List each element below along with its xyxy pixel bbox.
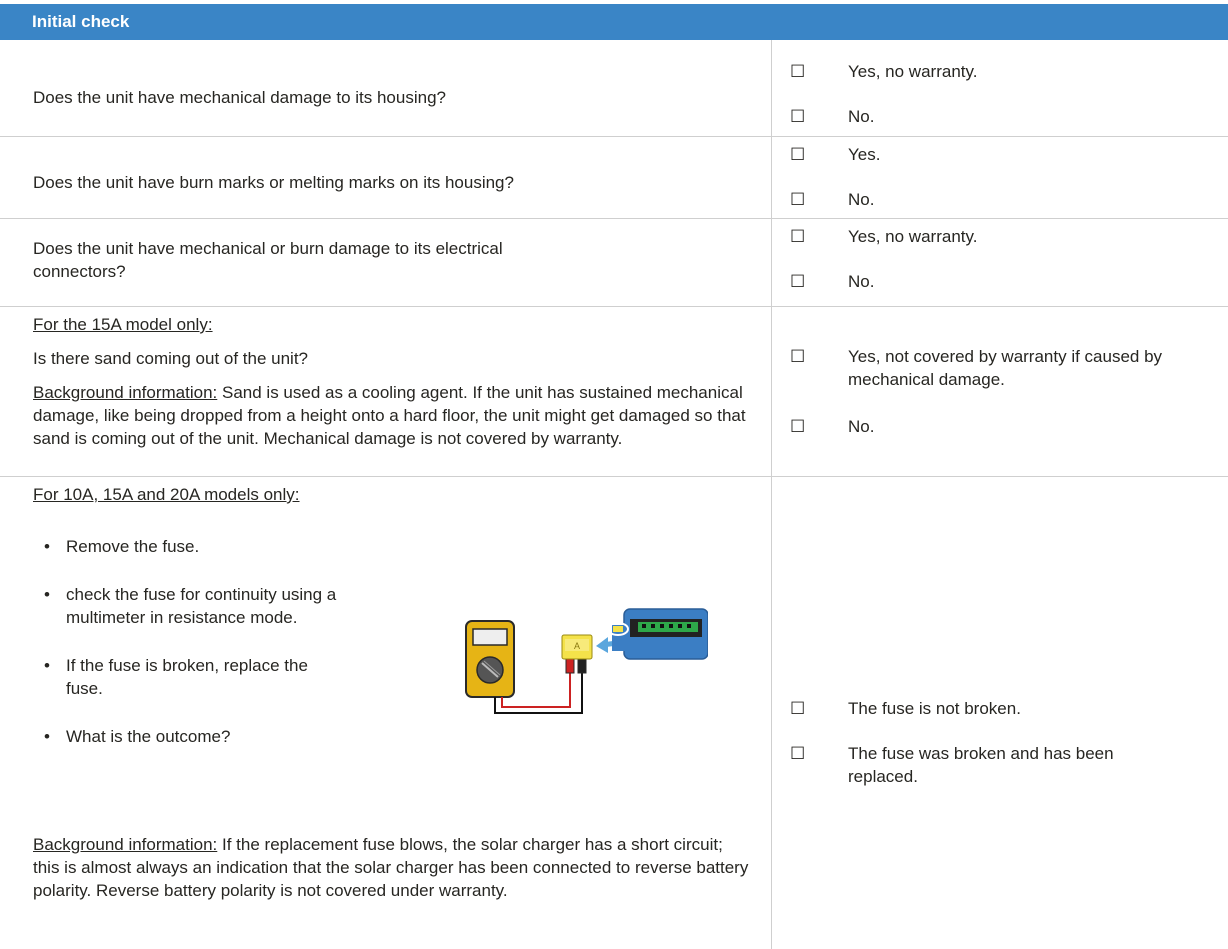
answer-cell: ☐ Yes, no warranty. ☐ No. xyxy=(771,219,1228,306)
table-row: For the 15A model only: Is there sand co… xyxy=(0,307,1228,477)
checkbox[interactable]: ☐ xyxy=(790,345,805,368)
table-row: For 10A, 15A and 20A models only: • Remo… xyxy=(0,477,1228,949)
checkbox[interactable]: ☐ xyxy=(790,188,805,211)
bullet: • xyxy=(44,656,50,675)
model-heading: For 10A, 15A and 20A models only: xyxy=(33,485,300,504)
option-label: No. xyxy=(848,107,875,126)
option-label: Yes. xyxy=(848,145,881,164)
option-label: Yes, no warranty. xyxy=(848,62,978,81)
svg-text:A: A xyxy=(574,641,580,651)
checkbox[interactable]: ☐ xyxy=(790,270,805,293)
checkbox[interactable]: ☐ xyxy=(790,105,805,128)
question-cell: For the 15A model only: Is there sand co… xyxy=(0,307,771,476)
multimeter-icon xyxy=(465,620,515,698)
question-cell: Does the unit have mechanical damage to … xyxy=(0,40,771,136)
answer-cell: ☐ Yes. ☐ No. xyxy=(771,137,1228,218)
answer-cell: ☐ Yes, no warranty. ☐ No. xyxy=(771,40,1228,136)
table-row: Does the unit have mechanical damage to … xyxy=(0,40,1228,137)
question-cell: Does the unit have mechanical or burn da… xyxy=(0,219,771,306)
checkbox[interactable]: ☐ xyxy=(790,415,805,438)
option-label: No. xyxy=(848,190,875,209)
option-label: No. xyxy=(848,417,875,436)
solar-charger-icon xyxy=(607,608,708,660)
question-text: Is there sand coming out of the unit? xyxy=(33,349,309,368)
option-label: Yes, no warranty. xyxy=(848,227,978,246)
bullet: • xyxy=(44,727,50,746)
checkbox[interactable]: ☐ xyxy=(790,697,805,720)
option-label: The fuse was broken and has been replace… xyxy=(848,744,1114,786)
question-text-line2: connectors? xyxy=(33,262,126,281)
background-info: Background information: Sand is used as … xyxy=(33,381,753,450)
background-info: Background information: If the replaceme… xyxy=(33,833,753,902)
background-label: Background information: xyxy=(33,835,218,854)
answer-cell: ☐ The fuse is not broken. ☐ The fuse was… xyxy=(771,477,1228,949)
step-text: Remove the fuse. xyxy=(66,537,200,556)
header-title: Initial check xyxy=(32,12,130,31)
question-text: Does the unit have mechanical damage to … xyxy=(33,88,446,107)
question-cell: Does the unit have burn marks or melting… xyxy=(0,137,771,218)
bullet: • xyxy=(44,537,50,556)
table-row: Does the unit have burn marks or melting… xyxy=(0,137,1228,219)
option-label: Yes, not covered by warranty if caused b… xyxy=(848,347,1163,389)
multimeter-fuse-illustration: A xyxy=(465,608,708,714)
option-label: The fuse is not broken. xyxy=(848,699,1021,718)
background-label: Background information: xyxy=(33,383,218,402)
table-row: Does the unit have mechanical or burn da… xyxy=(0,219,1228,307)
bullet: • xyxy=(44,585,50,604)
option-label: No. xyxy=(848,272,875,291)
question-cell: For 10A, 15A and 20A models only: • Remo… xyxy=(0,477,771,949)
step-text: What is the outcome? xyxy=(66,727,231,746)
checkbox[interactable]: ☐ xyxy=(790,742,805,765)
question-text-line1: Does the unit have mechanical or burn da… xyxy=(33,239,503,258)
table-header: Initial check xyxy=(0,4,1228,40)
fuse-icon: A xyxy=(561,634,593,660)
checkbox[interactable]: ☐ xyxy=(790,60,805,83)
step-text: check the fuse for continuity using a mu… xyxy=(66,585,337,627)
initial-check-table: Initial check Does the unit have mechani… xyxy=(0,4,1228,949)
step-text: If the fuse is broken, replace the fuse. xyxy=(66,656,308,698)
checkbox[interactable]: ☐ xyxy=(790,225,805,248)
checkbox[interactable]: ☐ xyxy=(790,143,805,166)
question-text: Does the unit have burn marks or melting… xyxy=(33,173,514,192)
model-heading: For the 15A model only: xyxy=(33,315,213,334)
answer-cell: ☐ Yes, not covered by warranty if caused… xyxy=(771,307,1228,476)
